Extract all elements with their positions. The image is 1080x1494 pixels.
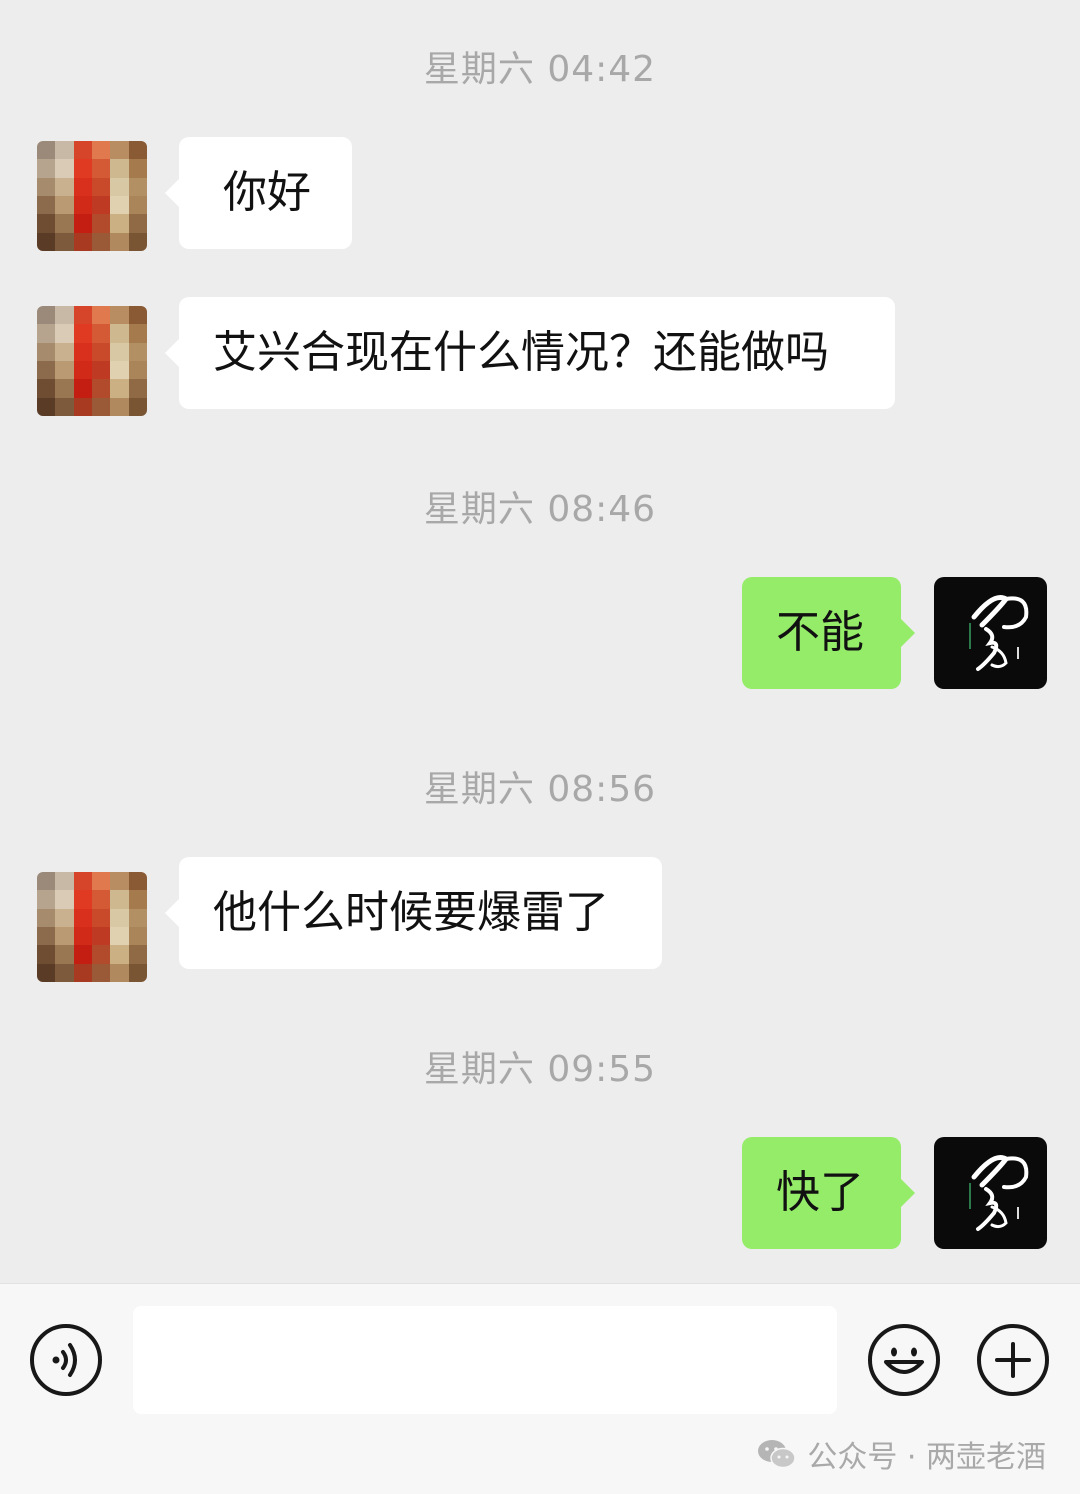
contact-avatar[interactable]: [37, 872, 147, 982]
voice-icon: [52, 1343, 77, 1377]
my-avatar[interactable]: [934, 577, 1047, 689]
contact-avatar[interactable]: [37, 141, 147, 251]
voice-button[interactable]: [30, 1324, 102, 1396]
contact-avatar[interactable]: [37, 306, 147, 416]
more-button[interactable]: [977, 1324, 1049, 1396]
message-text: 不能: [776, 607, 864, 658]
chat-input-bar: 公众号 · 两壶老酒: [0, 1283, 1080, 1494]
calligraphy-logo-icon: [969, 1155, 1029, 1231]
timestamp: 星期六 04:42: [423, 49, 657, 90]
message-text: 你好: [223, 167, 311, 218]
message-input[interactable]: [133, 1306, 837, 1414]
message-text: 快了: [776, 1167, 864, 1218]
watermark: 公众号 · 两壶老酒: [757, 1432, 1046, 1476]
message-text: 艾兴合现在什么情况？还能做吗: [213, 327, 829, 378]
watermark-text: 公众号 · 两壶老酒: [807, 1440, 1046, 1475]
calligraphy-logo-icon: [969, 595, 1029, 671]
emoji-button[interactable]: [868, 1324, 940, 1396]
timestamp: 星期六 09:55: [423, 1049, 657, 1090]
emoji-icon: [884, 1347, 924, 1374]
outgoing-message-bubble[interactable]: 快了: [742, 1137, 915, 1249]
outgoing-message-bubble[interactable]: 不能: [742, 577, 915, 689]
plus-icon: [995, 1342, 1031, 1378]
timestamp: 星期六 08:56: [423, 769, 657, 810]
incoming-message-bubble[interactable]: 艾兴合现在什么情况？还能做吗: [165, 297, 895, 409]
incoming-message-bubble[interactable]: 你好: [165, 137, 352, 249]
timestamp: 星期六 08:46: [423, 489, 657, 530]
my-avatar[interactable]: [934, 1137, 1047, 1249]
wechat-icon: [758, 1440, 797, 1469]
message-text: 他什么时候要爆雷了: [213, 887, 609, 938]
incoming-message-bubble[interactable]: 他什么时候要爆雷了: [165, 857, 662, 969]
